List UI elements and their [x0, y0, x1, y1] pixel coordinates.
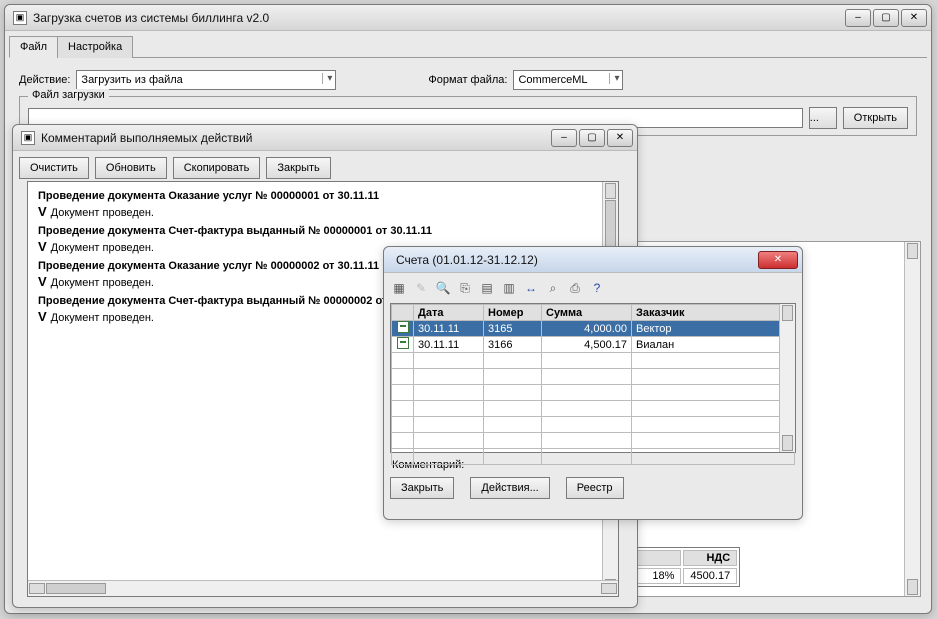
- help-icon[interactable]: ?: [588, 279, 606, 297]
- table-row-empty[interactable]: [392, 433, 795, 449]
- accounts-close-x[interactable]: ✕: [758, 251, 798, 269]
- accounts-actions-button[interactable]: Действия...: [470, 477, 549, 499]
- check-icon: V: [38, 274, 47, 289]
- action-label: Действие:: [19, 74, 70, 86]
- log-copy-button[interactable]: Скопировать: [173, 157, 261, 179]
- accounts-window: Счета (01.01.12-31.12.12) ✕ ▦ ✎ 🔍 ⎘ ▤ ▥ …: [383, 246, 803, 520]
- results-scroll-v[interactable]: [904, 242, 920, 596]
- summary-val-rate: 18%: [635, 568, 681, 584]
- tab-settings[interactable]: Настройка: [57, 36, 133, 58]
- log-titlebar[interactable]: ▣ Комментарий выполняемых действий – ▢ ✕: [13, 125, 637, 151]
- tab-file[interactable]: Файл: [9, 36, 58, 58]
- log-entry-head: Проведение документа Счет-фактура выданн…: [38, 225, 608, 237]
- log-maximize-button[interactable]: ▢: [579, 129, 605, 147]
- log-app-icon: ▣: [21, 131, 35, 145]
- main-titlebar[interactable]: ▣ Загрузка счетов из системы биллинга v2…: [5, 5, 931, 31]
- new-record-icon[interactable]: ▦: [390, 279, 408, 297]
- table-row-empty[interactable]: [392, 369, 795, 385]
- log-minimize-button[interactable]: –: [551, 129, 577, 147]
- maximize-button[interactable]: ▢: [873, 9, 899, 27]
- col-sum[interactable]: Сумма: [542, 305, 632, 321]
- format-label: Формат файла:: [428, 74, 507, 86]
- log-close-button[interactable]: ✕: [607, 129, 633, 147]
- accounts-close-button[interactable]: Закрыть: [390, 477, 454, 499]
- find-icon[interactable]: ⌕: [544, 279, 562, 297]
- format-value: CommerceML: [518, 74, 587, 86]
- log-entry-body: VДокумент проведен.: [38, 204, 608, 219]
- minimize-button[interactable]: –: [845, 9, 871, 27]
- log-refresh-button[interactable]: Обновить: [95, 157, 167, 179]
- accounts-toolbar: ▦ ✎ 🔍 ⎘ ▤ ▥ ↔ ⌕ ⎙ ?: [390, 277, 796, 303]
- log-title: Комментарий выполняемых действий: [41, 131, 551, 145]
- table-row[interactable]: 30.11.1131654,000.00Вектор: [392, 321, 795, 337]
- check-icon: V: [38, 239, 47, 254]
- range-icon[interactable]: ↔: [522, 279, 540, 297]
- format-combo[interactable]: CommerceML: [513, 70, 623, 90]
- table-row-empty[interactable]: [392, 353, 795, 369]
- cell-sum: 4,500.17: [542, 337, 632, 353]
- col-customer[interactable]: Заказчик: [632, 305, 795, 321]
- summary-col-nds: НДС: [683, 550, 737, 566]
- filter-icon[interactable]: ▥: [500, 279, 518, 297]
- check-icon: V: [38, 204, 47, 219]
- main-window-title: Загрузка счетов из системы биллинга v2.0: [33, 11, 845, 25]
- cell-number: 3165: [484, 321, 542, 337]
- log-clear-button[interactable]: Очистить: [19, 157, 89, 179]
- col-number[interactable]: Номер: [484, 305, 542, 321]
- app-icon: ▣: [13, 11, 27, 25]
- accounts-registry-button[interactable]: Реестр: [566, 477, 624, 499]
- browse-button[interactable]: ...: [809, 107, 837, 129]
- accounts-title: Счета (01.01.12-31.12.12): [392, 253, 758, 267]
- col-date[interactable]: Дата: [414, 305, 484, 321]
- close-button[interactable]: ✕: [901, 9, 927, 27]
- log-close2-button[interactable]: Закрыть: [266, 157, 330, 179]
- print-icon[interactable]: ⎙: [566, 279, 584, 297]
- table-row-empty[interactable]: [392, 401, 795, 417]
- table-row[interactable]: 30.11.1131664,500.17Виалан: [392, 337, 795, 353]
- table-row-empty[interactable]: [392, 417, 795, 433]
- file-load-legend: Файл загрузки: [28, 89, 109, 101]
- main-tabs: Файл Настройка: [9, 35, 927, 58]
- cell-date: 30.11.11: [414, 321, 484, 337]
- cell-date: 30.11.11: [414, 337, 484, 353]
- log-toolbar: Очистить Обновить Скопировать Закрыть: [13, 151, 637, 185]
- row-doc-icon: [392, 337, 414, 353]
- accounts-titlebar[interactable]: Счета (01.01.12-31.12.12) ✕: [384, 247, 802, 273]
- accounts-grid[interactable]: Дата Номер Сумма Заказчик 30.11.1131654,…: [390, 303, 796, 453]
- cell-sum: 4,000.00: [542, 321, 632, 337]
- col-icon[interactable]: [392, 305, 414, 321]
- check-icon: V: [38, 309, 47, 324]
- summary-val-nds: 4500.17: [683, 568, 737, 584]
- cell-customer: Вектор: [632, 321, 795, 337]
- edit-record-icon[interactable]: ✎: [412, 279, 430, 297]
- cell-customer: Виалан: [632, 337, 795, 353]
- cell-number: 3166: [484, 337, 542, 353]
- accounts-scroll-v[interactable]: [779, 304, 795, 452]
- log-entry: Проведение документа Оказание услуг № 00…: [38, 190, 608, 219]
- log-scroll-h[interactable]: [28, 580, 618, 596]
- view-record-icon[interactable]: 🔍: [434, 279, 452, 297]
- table-row-empty[interactable]: [392, 385, 795, 401]
- row-doc-icon: [392, 321, 414, 337]
- copy-record-icon[interactable]: ⎘: [456, 279, 474, 297]
- summary-col-rate: [635, 550, 681, 566]
- table-row-empty[interactable]: [392, 449, 795, 465]
- action-combo[interactable]: Загрузить из файла: [76, 70, 336, 90]
- open-button[interactable]: Открыть: [843, 107, 908, 129]
- mark-icon[interactable]: ▤: [478, 279, 496, 297]
- accounts-bottom-buttons: Закрыть Действия... Реестр: [390, 475, 796, 499]
- action-value: Загрузить из файла: [81, 74, 182, 86]
- log-entry-head: Проведение документа Оказание услуг № 00…: [38, 190, 608, 202]
